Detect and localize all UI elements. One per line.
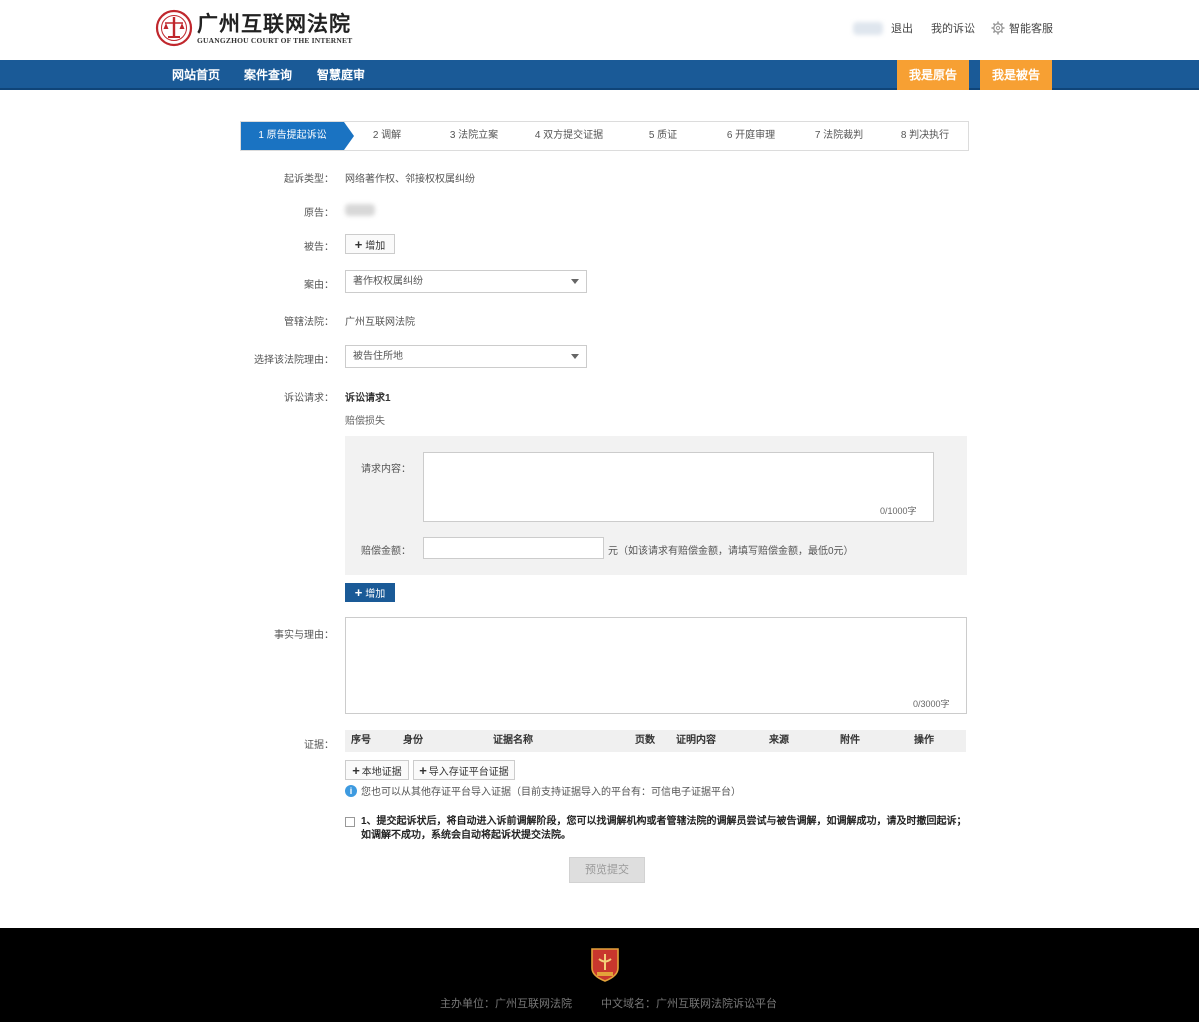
facts-textarea[interactable] bbox=[345, 617, 967, 714]
defendant-label: 被告： bbox=[304, 242, 334, 253]
nav-home[interactable]: 网站首页 bbox=[172, 60, 220, 90]
evidence-col-index: 序号 bbox=[351, 735, 371, 746]
evidence-label: 证据： bbox=[304, 740, 334, 751]
footer-host: 主办单位：广州互联网法院 bbox=[440, 998, 572, 1010]
cause-select[interactable]: 著作权权属纠纷 bbox=[345, 270, 587, 293]
plus-icon: + bbox=[352, 762, 360, 778]
footer-domain: 中文域名：广州互联网法院诉讼平台 bbox=[601, 998, 777, 1010]
evidence-col-action: 操作 bbox=[914, 735, 934, 746]
suit-type-value: 网络著作权、邻接权权属纠纷 bbox=[345, 174, 475, 185]
nav-smart-trial[interactable]: 智慧庭审 bbox=[317, 60, 365, 90]
plus-icon: + bbox=[354, 236, 363, 252]
agreement-row: 1、提交起诉状后，将自动进入诉前调解阶段，您可以找调解机构或者管辖法院的调解员尝… bbox=[345, 815, 970, 843]
import-evidence-label: 导入存证平台证据 bbox=[428, 766, 509, 778]
court-value: 广州互联网法院 bbox=[345, 317, 415, 328]
my-cases-link[interactable]: 我的诉讼 bbox=[931, 20, 975, 36]
logo-title: 广州互联网法院 bbox=[197, 10, 351, 36]
evidence-col-content: 证明内容 bbox=[676, 735, 716, 746]
evidence-table-header: 序号 身份 证据名称 页数 证明内容 来源 附件 操作 bbox=[345, 730, 966, 752]
evidence-info: i 您也可以从其他存证平台导入证据（目前支持证据导入的平台有：可信电子证据平台） bbox=[345, 783, 741, 798]
court-reason-select[interactable]: 被告住所地 bbox=[345, 345, 587, 368]
smart-service-link[interactable]: 智能客服 bbox=[991, 20, 1053, 36]
gear-icon bbox=[991, 21, 1005, 35]
cause-select-value: 著作权权属纠纷 bbox=[353, 276, 423, 287]
step-7: 7 法院裁判 bbox=[814, 130, 864, 141]
amount-hint: 元（如该请求有赔偿金额，请填写赔偿金额，最低0元） bbox=[608, 546, 854, 557]
chevron-down-icon bbox=[571, 354, 579, 359]
main-nav: 网站首页 案件查询 智慧庭审 我是原告 我是被告 bbox=[0, 60, 1199, 90]
site-header: 广州互联网法院 GUANGZHOU COURT OF THE INTERNET … bbox=[0, 0, 1199, 60]
amount-input[interactable] bbox=[423, 537, 604, 559]
claim-subtitle: 赔偿损失 bbox=[345, 416, 385, 427]
logout-link[interactable]: 退出 bbox=[891, 20, 913, 36]
cause-label: 案由： bbox=[304, 280, 334, 291]
step-2: 2 调解 bbox=[372, 130, 402, 141]
step-1: 1 原告提起诉讼 bbox=[241, 122, 354, 150]
process-steps: 1 原告提起诉讼 2 调解 3 法院立案 4 双方提交证据 5 质证 6 开庭审… bbox=[240, 121, 969, 151]
nav-case-query[interactable]: 案件查询 bbox=[244, 60, 292, 90]
step-5: 5 质证 bbox=[648, 130, 678, 141]
evidence-col-source: 来源 bbox=[769, 735, 789, 746]
add-claim-button[interactable]: + 增加 bbox=[345, 583, 395, 602]
claim-title: 诉讼请求1 bbox=[345, 393, 391, 404]
logo-subtitle: GUANGZHOU COURT OF THE INTERNET bbox=[197, 35, 353, 45]
step-3: 3 法院立案 bbox=[449, 130, 499, 141]
blurred-username bbox=[853, 21, 883, 35]
step-8: 8 判决执行 bbox=[900, 130, 950, 141]
step-6: 6 开庭审理 bbox=[726, 130, 776, 141]
agreement-checkbox[interactable] bbox=[345, 817, 355, 827]
add-defendant-label: 增加 bbox=[365, 240, 386, 252]
court-emblem-icon bbox=[155, 9, 193, 47]
add-claim-label: 增加 bbox=[365, 589, 386, 600]
court-reason-select-value: 被告住所地 bbox=[353, 351, 403, 362]
smart-service-label: 智能客服 bbox=[1009, 23, 1053, 35]
claim-label: 诉讼请求： bbox=[284, 393, 334, 404]
evidence-col-name: 证据名称 bbox=[493, 735, 533, 746]
user-links: 退出 我的诉讼 智能客服 bbox=[853, 20, 1053, 36]
court-badge-icon bbox=[591, 948, 619, 982]
evidence-info-text: 您也可以从其他存证平台导入证据（目前支持证据导入的平台有：可信电子证据平台） bbox=[361, 787, 741, 798]
import-evidence-button[interactable]: + 导入存证平台证据 bbox=[413, 760, 515, 780]
blurred-plaintiff-name bbox=[345, 204, 375, 216]
defendant-button[interactable]: 我是被告 bbox=[980, 60, 1052, 90]
request-content-textarea[interactable] bbox=[423, 452, 934, 522]
plus-icon: + bbox=[419, 762, 427, 778]
local-evidence-label: 本地证据 bbox=[361, 766, 402, 778]
suit-type-label: 起诉类型： bbox=[284, 174, 334, 185]
local-evidence-button[interactable]: + 本地证据 bbox=[345, 760, 409, 780]
court-reason-label: 选择该法院理由： bbox=[254, 355, 334, 366]
court-logo[interactable]: 广州互联网法院 GUANGZHOU COURT OF THE INTERNET bbox=[155, 9, 352, 47]
plus-icon: + bbox=[354, 585, 363, 600]
step-4: 4 双方提交证据 bbox=[534, 130, 604, 141]
evidence-col-pages: 页数 bbox=[635, 735, 655, 746]
info-icon: i bbox=[345, 784, 357, 797]
add-defendant-button[interactable]: + 增加 bbox=[345, 234, 395, 254]
request-content-label: 请求内容： bbox=[361, 464, 411, 475]
facts-counter: 0/3000字 bbox=[913, 699, 950, 709]
plaintiff-button[interactable]: 我是原告 bbox=[897, 60, 969, 90]
plaintiff-label: 原告： bbox=[304, 208, 334, 219]
facts-label: 事实与理由： bbox=[274, 630, 334, 641]
preview-submit-button[interactable]: 预览提交 bbox=[569, 857, 645, 883]
site-footer: 主办单位：广州互联网法院 中文域名：广州互联网法院诉讼平台 bbox=[0, 928, 1199, 1022]
amount-label: 赔偿金额： bbox=[361, 546, 411, 557]
court-label: 管辖法院： bbox=[284, 317, 334, 328]
evidence-col-identity: 身份 bbox=[403, 735, 423, 746]
chevron-down-icon bbox=[571, 279, 579, 284]
evidence-col-attachment: 附件 bbox=[840, 735, 860, 746]
agreement-text: 1、提交起诉状后，将自动进入诉前调解阶段，您可以找调解机构或者管辖法院的调解员尝… bbox=[361, 816, 967, 841]
request-content-counter: 0/1000字 bbox=[880, 506, 917, 516]
